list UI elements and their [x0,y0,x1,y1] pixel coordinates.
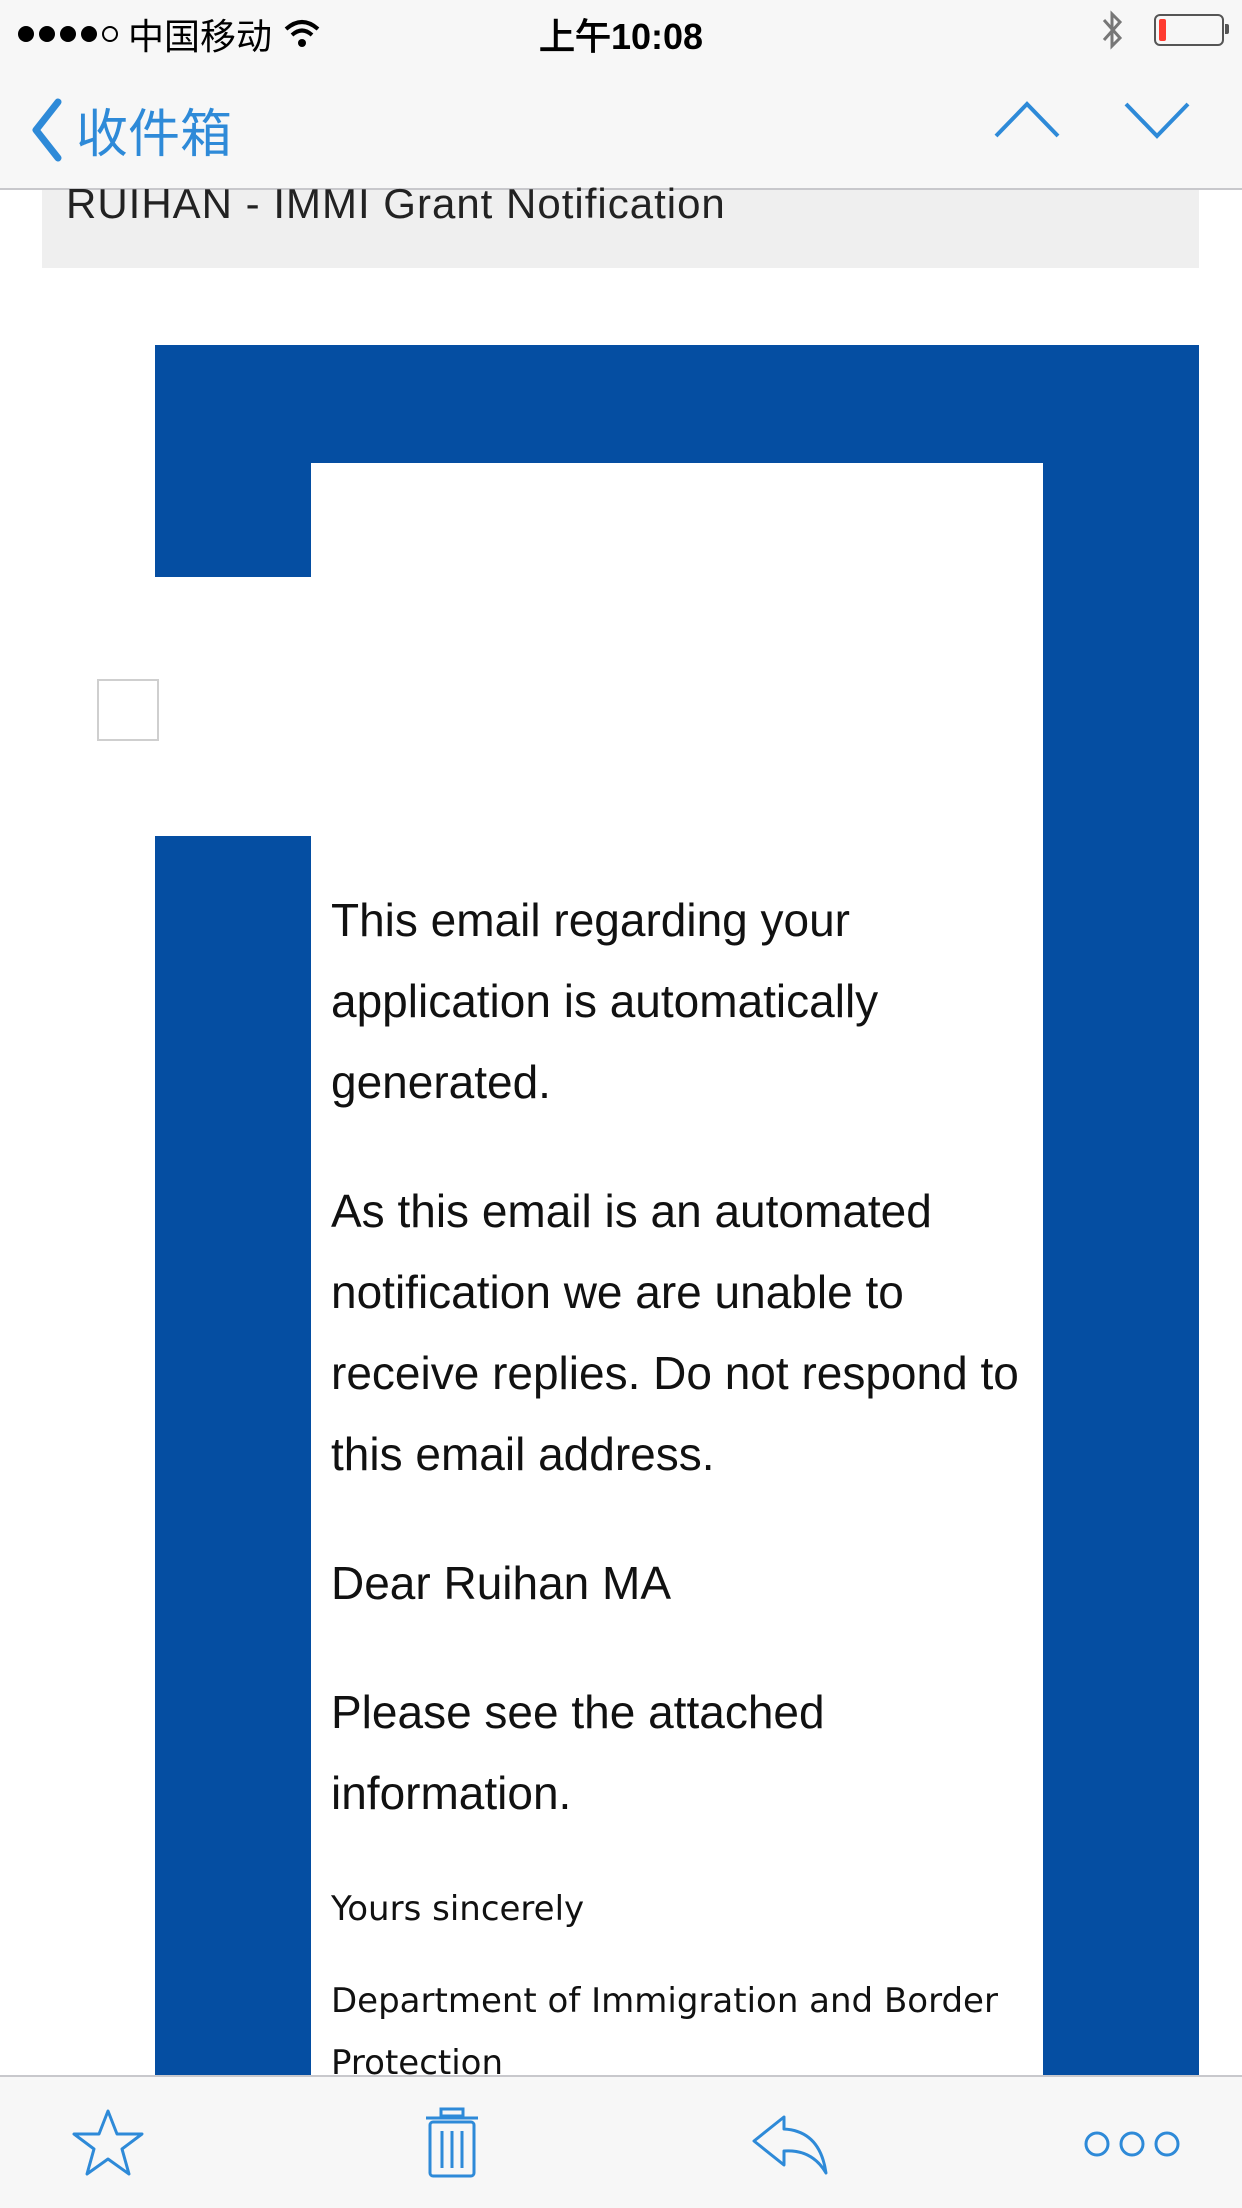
banner-right-bar [1043,463,1199,2075]
star-icon[interactable] [72,2107,144,2179]
email-body: This email regarding your application is… [331,880,1021,2094]
banner-left-block-bottom [155,836,311,2075]
banner-top-bar [155,345,1199,463]
status-time: 上午10:08 [538,16,704,57]
body-paragraph: This email regarding your application is… [331,894,879,1108]
status-bar: 中国移动 上午10:08 [0,0,1242,62]
nav-bar: 收件箱 [0,62,1242,190]
bottom-toolbar [0,2075,1242,2208]
chevron-left-icon [32,98,62,161]
chevron-up-icon[interactable] [992,98,1062,142]
closing: Yours sincerely [331,1889,585,1929]
chevron-down-icon[interactable] [1122,98,1192,142]
email-subject: RUIHAN - IMMI Grant Notification [66,180,726,227]
more-icon[interactable] [1084,2129,1180,2159]
banner-left-block-top [155,463,311,577]
body-paragraph: Please see the attached information. [331,1686,825,1819]
trash-icon[interactable] [424,2107,480,2179]
broken-image-placeholder [97,679,159,741]
back-label: 收件箱 [76,106,233,164]
back-to-inbox-button[interactable]: 收件箱 [30,92,232,167]
battery-icon [1154,14,1229,46]
body-paragraph: As this email is an automated notificati… [331,1185,1019,1480]
reply-icon[interactable] [750,2107,830,2179]
bluetooth-icon [1102,10,1123,50]
greeting: Dear Ruihan MA [331,1557,672,1609]
